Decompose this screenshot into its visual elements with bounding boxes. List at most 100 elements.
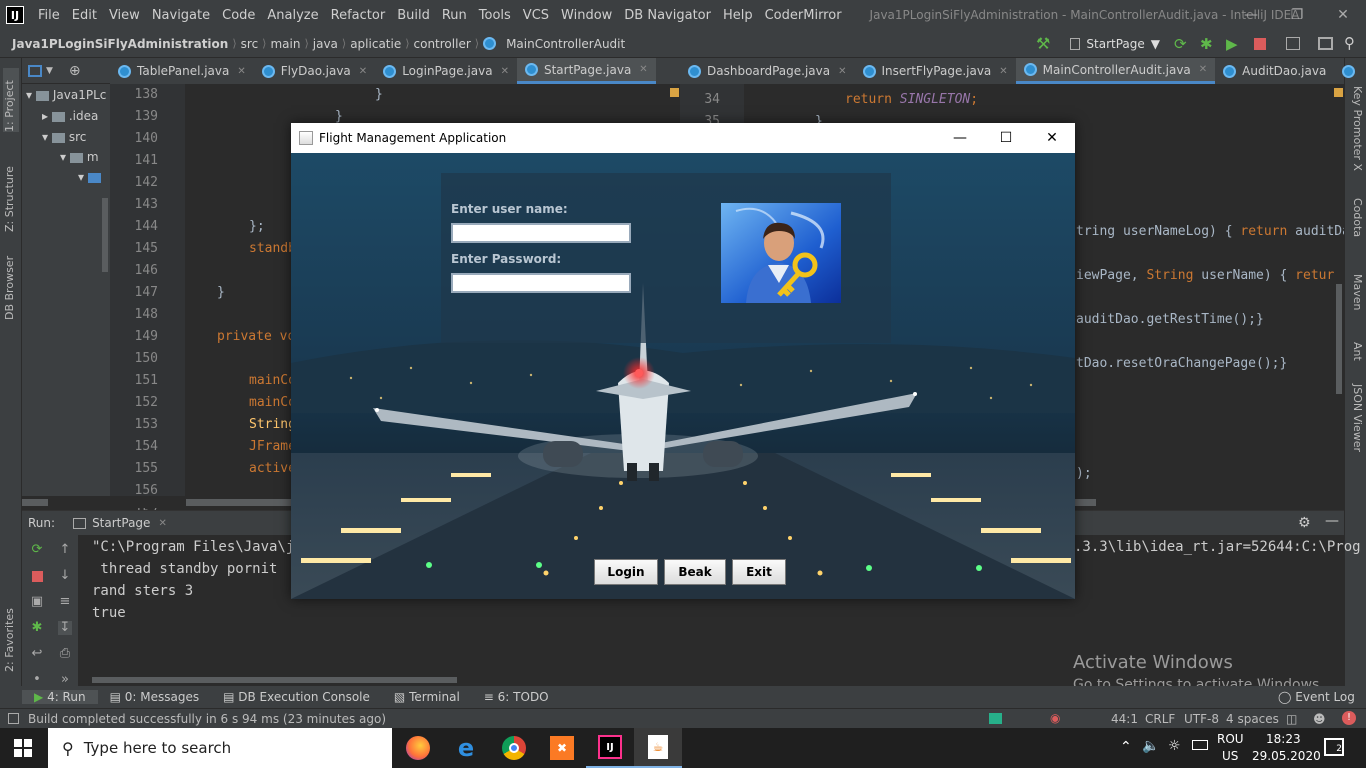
close-tab-icon[interactable]: ✕ (1199, 64, 1207, 75)
tool-tab-todo[interactable]: ≡ 6: TODO (472, 690, 561, 704)
tree-src[interactable]: ▾ src (42, 130, 86, 144)
clock-date[interactable]: 29.05.2020 (1252, 749, 1321, 763)
scroll-up-icon[interactable]: ↑ (58, 543, 72, 557)
password-field[interactable] (451, 273, 631, 293)
close-tab-icon[interactable]: ✕ (639, 64, 647, 75)
tool-tab-db-browser[interactable]: DB Browser (3, 248, 19, 320)
tool-tab-event-log[interactable]: ◯ Event Log (1266, 690, 1366, 704)
status-message[interactable]: Build completed successfully in 6 s 94 m… (28, 712, 386, 726)
clock-time[interactable]: 18:23 (1266, 732, 1301, 746)
run-tab-startpage[interactable]: StartPage (92, 516, 150, 530)
back-button[interactable]: Beak (664, 559, 726, 585)
menu-file[interactable]: File (32, 8, 66, 23)
tab-more[interactable]: ⌄ (1334, 58, 1366, 84)
menu-db-navigator[interactable]: DB Navigator (618, 8, 717, 23)
breadcrumb-main[interactable]: main (266, 37, 304, 51)
close-tab-icon[interactable]: ✕ (999, 66, 1007, 77)
tool-tab-key-promoter[interactable]: Key Promoter X (1348, 86, 1364, 171)
menu-codermirror[interactable]: CoderMirror (759, 8, 848, 23)
tool-tab-json-viewer[interactable]: JSON Viewer (1348, 384, 1364, 452)
status-panel-icon[interactable] (8, 713, 19, 724)
restore-icon[interactable]: ❐ (1274, 0, 1320, 30)
menu-code[interactable]: Code (216, 8, 261, 23)
editor-scrollbar[interactable] (1336, 284, 1342, 394)
tool-tab-messages[interactable]: ▤ 0: Messages (98, 690, 212, 704)
tab-startpage[interactable]: StartPage.java ✕ (516, 58, 656, 84)
tab-insertflypage[interactable]: InsertFlyPage.java ✕ (855, 58, 1016, 84)
menu-navigate[interactable]: Navigate (146, 8, 216, 23)
tab-maincontrolleraudit[interactable]: MainControllerAudit.java ✕ (1015, 58, 1216, 84)
menu-run[interactable]: Run (436, 8, 473, 23)
windows-start-icon[interactable] (14, 739, 32, 757)
tab-dashboardpage[interactable]: DashboardPage.java ✕ (680, 58, 855, 84)
locate-icon[interactable]: ⊕ (69, 63, 81, 79)
error-icon[interactable]: ! (1342, 711, 1356, 725)
tab-flydao[interactable]: FlyDao.java ✕ (254, 58, 375, 84)
pin-icon[interactable]: • (30, 673, 44, 687)
soft-wrap-icon[interactable]: ≡ (58, 595, 72, 609)
build-hammer-icon[interactable]: ⚒ (1036, 34, 1050, 53)
tree-idea[interactable]: ▸ .idea (42, 109, 98, 123)
file-encoding[interactable]: UTF-8 (1184, 712, 1219, 726)
language-top[interactable]: ROU (1217, 732, 1244, 746)
close-tab-icon[interactable]: ✕ (158, 518, 166, 529)
tab-loginpage[interactable]: LoginPage.java ✕ (375, 58, 517, 84)
xampp-icon[interactable]: ✖ (538, 728, 586, 768)
breadcrumb-src[interactable]: src (237, 37, 263, 51)
menu-vcs[interactable]: VCS (517, 8, 555, 23)
java-icon[interactable]: ☕ (634, 728, 682, 768)
run-configuration-select[interactable]: StartPage ▼ (1070, 34, 1160, 54)
tool-tab-project[interactable]: 1: Project (3, 68, 19, 132)
menu-window[interactable]: Window (555, 8, 618, 23)
volume-icon[interactable]: 🔈 (1142, 738, 1159, 754)
hide-panel-icon[interactable]: — (1325, 513, 1339, 529)
notification-icon[interactable]: 2 (1324, 738, 1344, 756)
maximize-icon[interactable]: ☐ (983, 123, 1029, 153)
coverage-icon[interactable]: ▶ (1226, 35, 1238, 53)
gear-icon[interactable]: ⚙ (1298, 515, 1311, 531)
scrollbar-thumb[interactable] (22, 499, 48, 506)
tab-tablepanel[interactable]: TablePanel.java ✕ (110, 58, 254, 84)
menu-analyze[interactable]: Analyze (261, 8, 324, 23)
breadcrumb-class[interactable]: MainControllerAudit (502, 37, 629, 51)
tab-auditdao[interactable]: AuditDao.java (1215, 58, 1334, 84)
close-tab-icon[interactable]: ✕ (501, 66, 509, 77)
exit-icon[interactable]: ↩ (30, 647, 44, 661)
menu-build[interactable]: Build (391, 8, 436, 23)
debug-icon[interactable]: ✱ (1200, 35, 1213, 53)
console-scrollbar[interactable] (92, 677, 457, 683)
taskbar-search-box[interactable]: ⚲ Type here to search (48, 728, 392, 768)
chrome-icon[interactable] (490, 728, 538, 768)
battery-icon[interactable] (1192, 740, 1208, 750)
project-scrollbar[interactable] (102, 198, 108, 272)
tool-tab-maven[interactable]: Maven (1348, 274, 1364, 312)
breadcrumb-java[interactable]: java (309, 37, 342, 51)
close-icon[interactable]: ✕ (1320, 0, 1366, 30)
tree-main[interactable]: ▾ m (60, 150, 99, 164)
breadcrumb-project[interactable]: Java1PLoginSiFlyAdministration (0, 37, 232, 51)
login-button[interactable]: Login (594, 559, 658, 585)
scroll-to-end-icon[interactable]: ↧ (58, 621, 72, 635)
breadcrumb-controller[interactable]: controller (410, 37, 475, 51)
tool-tab-terminal[interactable]: ▧ Terminal (382, 690, 472, 704)
tool-tab-favorites[interactable]: 2: Favorites (3, 598, 19, 672)
rerun-icon[interactable]: ⟳ (1174, 35, 1187, 53)
lock-icon[interactable]: ◫ (1286, 712, 1297, 726)
scroll-down-icon[interactable]: ↓ (58, 569, 72, 583)
debug-icon[interactable]: ✱ (30, 621, 44, 635)
minimize-icon[interactable]: — (1228, 0, 1274, 30)
close-icon[interactable]: ✕ (1029, 123, 1075, 153)
tree-root[interactable]: ▾ Java1PLc (26, 88, 106, 102)
git-icon[interactable]: ☻ (1313, 712, 1326, 726)
username-field[interactable] (451, 223, 631, 243)
tree-java[interactable]: ▾ (78, 170, 105, 184)
line-separator[interactable]: CRLF (1145, 712, 1175, 726)
menu-refactor[interactable]: Refactor (325, 8, 392, 23)
firefox-icon[interactable] (394, 728, 442, 768)
tool-tab-db-console[interactable]: ▤ DB Execution Console (211, 690, 382, 704)
search-everywhere-icon[interactable]: ⚲ (1344, 34, 1355, 52)
camera-icon[interactable]: ▣ (30, 595, 44, 609)
minimize-icon[interactable]: — (937, 123, 983, 153)
project-view-icon[interactable] (28, 64, 42, 77)
dropdown-arrow-icon[interactable]: ▼ (46, 66, 53, 76)
